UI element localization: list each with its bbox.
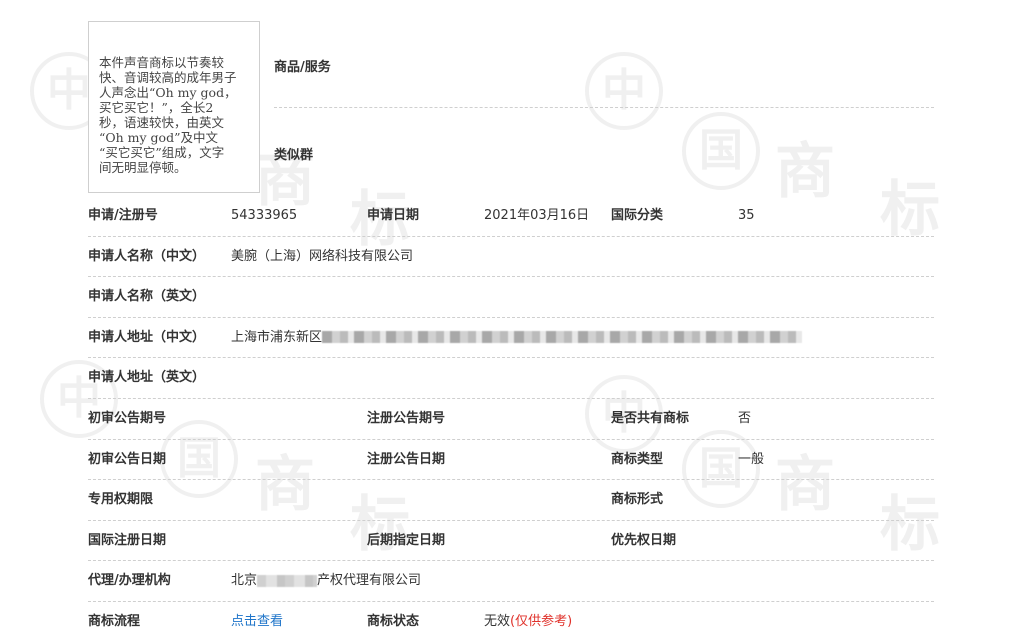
address-en-label: 申请人地址（英文）	[88, 370, 206, 386]
similar-group-label: 类似群	[274, 148, 314, 163]
reg-no-label: 申请/注册号	[88, 208, 158, 223]
tm-form-label: 商标形式	[611, 492, 664, 508]
address-cn-label: 申请人地址（中文）	[88, 329, 206, 345]
watermark-char: 中	[585, 52, 663, 130]
applicant-cn-value: 美腕（上海）网络科技有限公司	[231, 248, 414, 264]
tm-type-value: 一般	[738, 451, 765, 467]
status-label: 商标状态	[367, 613, 420, 629]
agent-label: 代理/办理机构	[88, 573, 171, 589]
redacted-agent	[257, 574, 318, 587]
intl-class-label: 国际分类	[611, 208, 664, 223]
status-note: (仅供参考)	[510, 613, 573, 629]
applicant-en-label: 申请人名称（英文）	[88, 289, 206, 305]
sound-mark-description: 本件声音商标以节奏较 快、音调较高的成年男子 人声念出“Oh my god， 买…	[99, 55, 237, 175]
process-link[interactable]: 点击查看	[231, 613, 283, 631]
reg-pub-no-label: 注册公告期号	[367, 410, 446, 426]
table-row: 申请人地址（英文）	[88, 358, 934, 399]
shared-value: 否	[738, 410, 752, 426]
exclusive-period-label: 专用权期限	[88, 492, 154, 508]
detail-table: 申请/注册号 54333965 申请日期 2021年03月16日 国际分类 35…	[88, 196, 934, 643]
prelim-pub-no-label: 初审公告期号	[88, 410, 167, 426]
shared-label: 是否共有商标	[611, 410, 690, 426]
intl-class-value: 35	[738, 208, 755, 223]
process-label: 商标流程	[88, 613, 141, 629]
table-row: 代理/办理机构 北京 产权代理有限公司	[88, 561, 934, 602]
agent-suffix: 产权代理有限公司	[317, 573, 422, 589]
table-row: 初审公告期号 注册公告期号 是否共有商标 否	[88, 399, 934, 440]
agent-value: 北京 产权代理有限公司	[231, 572, 421, 590]
table-row: 申请人名称（英文）	[88, 277, 934, 318]
table-row: 申请/注册号 54333965 申请日期 2021年03月16日 国际分类 35	[88, 196, 934, 237]
trademark-image: 本件声音商标以节奏较 快、音调较高的成年男子 人声念出“Oh my god， 买…	[88, 21, 260, 193]
divider	[274, 107, 934, 108]
reg-no-value: 54333965	[231, 208, 298, 223]
app-date-value: 2021年03月16日	[484, 208, 590, 223]
table-row: 专用权期限 商标形式	[88, 480, 934, 521]
address-cn-prefix: 上海市浦东新区	[231, 329, 323, 345]
watermark-char: 商	[775, 137, 835, 207]
table-row: 申请人名称（中文） 美腕（上海）网络科技有限公司	[88, 237, 934, 278]
table-row: 国际注册日期 后期指定日期 优先权日期	[88, 521, 934, 562]
table-row: 初审公告日期 注册公告日期 商标类型 一般	[88, 440, 934, 481]
watermark-char: 国	[682, 112, 760, 190]
priority-date-label: 优先权日期	[611, 532, 677, 548]
prelim-pub-date-label: 初审公告日期	[88, 451, 167, 467]
status-value: 无效(仅供参考)	[484, 613, 572, 631]
table-row: 申请人地址（中文） 上海市浦东新区	[88, 318, 934, 359]
later-date-label: 后期指定日期	[367, 532, 446, 548]
tm-type-label: 商标类型	[611, 451, 664, 467]
applicant-cn-label: 申请人名称（中文）	[88, 248, 206, 264]
reg-pub-date-label: 注册公告日期	[367, 451, 446, 467]
table-row: 商标流程 点击查看 商标状态 无效(仅供参考)	[88, 602, 934, 643]
redacted-address	[322, 331, 803, 344]
app-date-label: 申请日期	[367, 208, 420, 223]
agent-prefix: 北京	[231, 573, 258, 589]
address-cn-value: 上海市浦东新区	[231, 329, 803, 347]
status-text: 无效	[484, 613, 511, 629]
intl-reg-date-label: 国际注册日期	[88, 532, 167, 548]
goods-services-label: 商品/服务	[274, 60, 331, 75]
